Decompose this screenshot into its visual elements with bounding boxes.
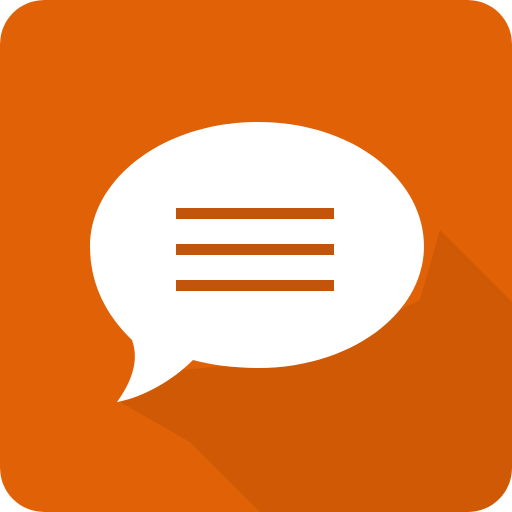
app-icon[interactable] — [0, 0, 512, 512]
menu-line — [176, 244, 334, 255]
menu-line — [176, 280, 334, 291]
chat-bubble-icon — [0, 0, 512, 512]
menu-line — [176, 208, 334, 219]
